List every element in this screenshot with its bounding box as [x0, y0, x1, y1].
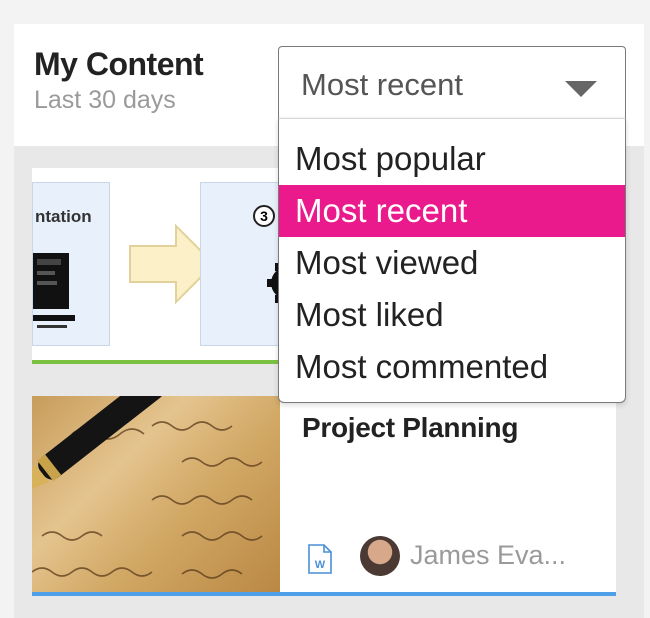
- fountain-pen-image: [32, 396, 263, 579]
- sort-option-most-popular[interactable]: Most popular: [279, 133, 625, 185]
- sort-option-most-recent[interactable]: Most recent: [279, 185, 625, 237]
- sort-option-most-viewed[interactable]: Most viewed: [279, 237, 625, 289]
- sort-option-most-liked[interactable]: Most liked: [279, 289, 625, 341]
- avatar[interactable]: [360, 536, 400, 576]
- word-document-icon: W: [308, 544, 332, 574]
- diagram-panel: ntation: [32, 182, 110, 346]
- svg-text:W: W: [315, 559, 326, 571]
- diagram-panel-step: 3: [200, 182, 291, 346]
- sort-select-value: Most recent: [301, 67, 463, 102]
- widget-subtitle: Last 30 days: [34, 86, 176, 114]
- step-number-badge: 3: [253, 205, 275, 227]
- author-name[interactable]: James Eva...: [410, 540, 566, 571]
- caret-down-icon: [565, 81, 597, 97]
- widget-title: My Content: [34, 46, 204, 82]
- card-title[interactable]: Project Planning: [302, 412, 518, 444]
- sort-option-most-commented[interactable]: Most commented: [279, 341, 625, 393]
- card-thumbnail[interactable]: [32, 396, 280, 592]
- content-card[interactable]: Project Planning W James Eva...: [32, 396, 616, 596]
- sort-options-menu: Most popular Most recent Most viewed Mos…: [278, 118, 626, 403]
- sort-select[interactable]: Most recent: [278, 46, 626, 120]
- diagram-panel-label: ntation: [35, 207, 92, 226]
- card-progress-bar: [32, 592, 616, 596]
- laptop-icon: [33, 253, 75, 328]
